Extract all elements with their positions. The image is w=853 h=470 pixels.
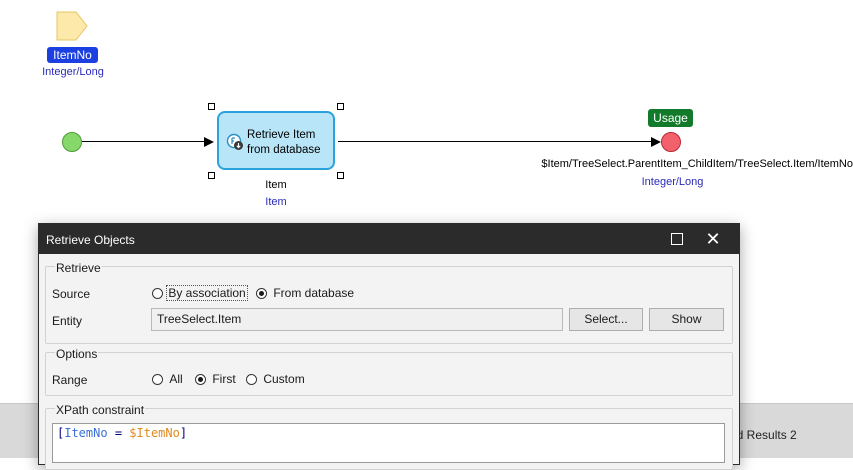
radio-button[interactable] xyxy=(195,374,206,385)
xpath-close-bracket: ] xyxy=(179,426,188,440)
range-option-label: Custom xyxy=(263,372,305,386)
activity-label-line2: from database xyxy=(247,144,321,156)
retrieve-group-title: Retrieve xyxy=(55,261,102,275)
xpath-editor[interactable]: [ItemNo = $ItemNo] xyxy=(52,423,725,463)
retrieve-activity[interactable]: Retrieve Item from database xyxy=(217,111,335,170)
activity-output-type: Item xyxy=(265,196,287,208)
activity-label: Retrieve Item from database xyxy=(247,128,335,158)
source-label: Source xyxy=(52,287,91,301)
xpath-operator: = xyxy=(107,426,130,440)
range-all-radio[interactable]: All xyxy=(152,372,183,386)
activity-output-name: Item xyxy=(265,179,287,191)
end-event[interactable] xyxy=(661,132,681,152)
options-group-title: Options xyxy=(55,347,99,361)
close-icon[interactable]: ✕ xyxy=(695,224,731,254)
parameter-icon[interactable] xyxy=(56,11,88,41)
source-from-database-radio[interactable]: From database xyxy=(256,286,354,300)
range-option-label: First xyxy=(212,372,236,386)
radio-button[interactable] xyxy=(256,288,267,299)
entity-label: Entity xyxy=(52,314,83,328)
sequence-flow-arrowhead xyxy=(651,137,661,147)
sequence-flow-arrowhead xyxy=(204,137,214,147)
xpath-group-title: XPath constraint xyxy=(55,403,146,417)
maximize-icon[interactable] xyxy=(659,224,695,254)
return-type: Integer/Long xyxy=(641,176,704,188)
usage-badge[interactable]: Usage xyxy=(648,109,693,127)
selection-handle[interactable] xyxy=(337,103,344,110)
radio-button[interactable] xyxy=(152,374,163,385)
selection-handle[interactable] xyxy=(337,172,344,179)
retrieve-group xyxy=(45,266,733,344)
xpath-attribute: ItemNo xyxy=(64,426,108,440)
radio-button[interactable] xyxy=(152,288,163,299)
show-button[interactable]: Show xyxy=(649,308,724,331)
range-option-label: All xyxy=(169,372,183,386)
parameter-type: Integer/Long xyxy=(42,66,104,78)
sequence-flow[interactable] xyxy=(338,141,652,142)
return-value-expression: $Item/TreeSelect.ParentItem_ChildItem/Tr… xyxy=(541,158,853,170)
range-first-radio[interactable]: First xyxy=(195,372,236,386)
xpath-variable: $ItemNo xyxy=(129,426,180,440)
source-option-label: By association xyxy=(166,285,248,301)
range-label: Range xyxy=(52,373,88,387)
dialog-title: Retrieve Objects xyxy=(46,233,135,247)
source-option-label: From database xyxy=(273,286,355,300)
select-button[interactable]: Select... xyxy=(569,308,643,331)
source-by-association-radio[interactable]: By association xyxy=(152,285,248,301)
selection-handle[interactable] xyxy=(208,103,215,110)
dialog-titlebar[interactable]: Retrieve Objects ✕ xyxy=(39,224,739,254)
database-retrieve-icon xyxy=(226,133,244,151)
selection-handle[interactable] xyxy=(208,172,215,179)
find-results-tab[interactable]: nd Results 2 xyxy=(730,428,797,442)
start-event[interactable] xyxy=(62,132,82,152)
parameter-name-badge[interactable]: ItemNo xyxy=(47,47,98,63)
range-custom-radio[interactable]: Custom xyxy=(246,372,305,386)
sequence-flow[interactable] xyxy=(82,141,210,142)
options-group xyxy=(45,352,733,396)
activity-label-line1: Retrieve Item xyxy=(247,129,316,141)
radio-button[interactable] xyxy=(246,374,257,385)
entity-field[interactable]: TreeSelect.Item xyxy=(151,308,563,331)
retrieve-objects-dialog: Retrieve Objects ✕ Retrieve Source By as… xyxy=(38,223,740,470)
